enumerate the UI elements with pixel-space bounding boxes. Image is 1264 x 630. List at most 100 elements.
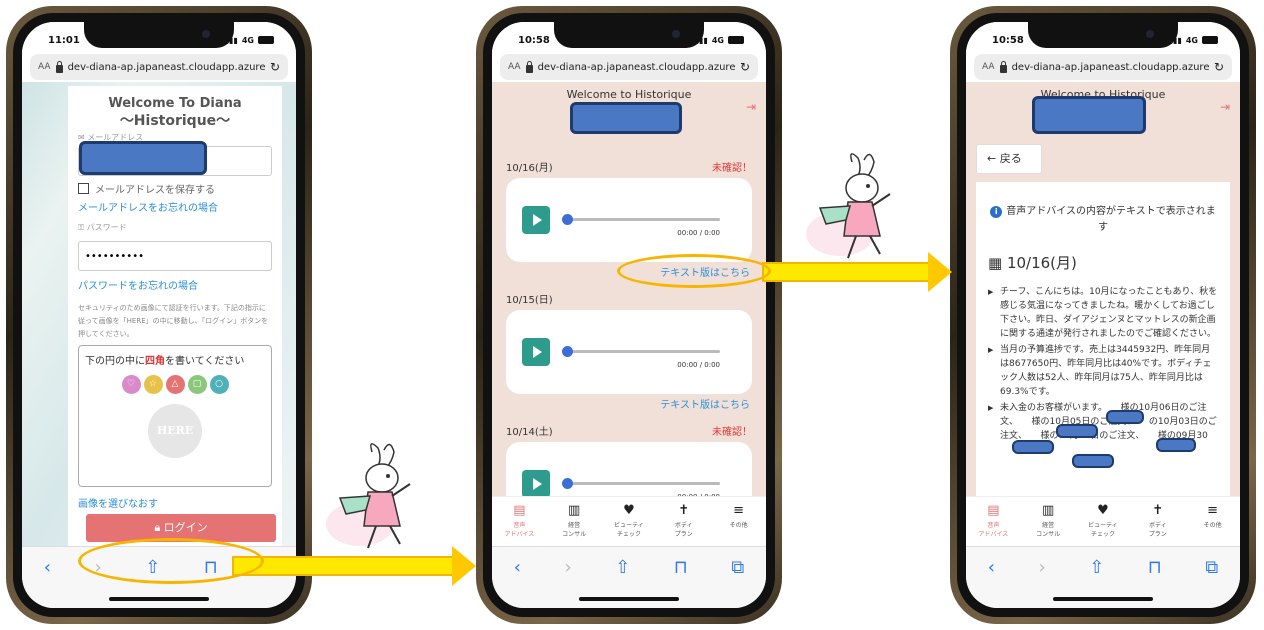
password-field[interactable]: •••••••••• <box>78 241 272 271</box>
play-button[interactable] <box>522 470 550 498</box>
lock-icon <box>525 60 533 73</box>
text-version-link[interactable]: テキスト版はこちら <box>492 394 766 411</box>
redacted-user-name <box>570 102 682 134</box>
play-button[interactable] <box>522 206 550 234</box>
rabbit-illustration <box>806 153 891 259</box>
reselect-image-link[interactable]: 画像を選びなおす <box>78 495 272 510</box>
star-shape-icon[interactable]: ☆ <box>143 375 163 394</box>
back-icon[interactable]: ‹ <box>988 557 995 578</box>
login-screen: 11:01 ▮▮▮ 4G AA dev-diana-ap.japaneast.cl… <box>22 22 296 608</box>
phone-detail: 10:58 ▮▮▮ 4G AA dev-diana-ap.japaneast.cl… <box>950 6 1256 624</box>
tab-other[interactable]: ≡ その他 <box>1193 503 1233 546</box>
heart-shape-icon[interactable]: ♡ <box>121 375 141 394</box>
tab-management[interactable]: ▥ 経営 コンサル <box>1028 503 1068 546</box>
play-button[interactable] <box>522 338 550 366</box>
reload-icon[interactable]: ↻ <box>1214 60 1224 74</box>
email-field[interactable] <box>78 141 272 176</box>
text-link-highlight-ellipse <box>617 254 771 288</box>
back-icon[interactable]: ‹ <box>514 557 521 578</box>
back-button[interactable]: ← 戻る <box>976 144 1042 174</box>
battery-icon <box>728 36 744 44</box>
tab-body-plan[interactable]: ✝ ボディ プラン <box>1138 503 1178 546</box>
bookmarks-icon[interactable]: ⊓ <box>674 557 688 578</box>
lock-icon <box>55 60 63 73</box>
tab-voice-advice[interactable]: ▤ 音声 アドバイス <box>973 503 1013 546</box>
url-bar[interactable]: AA dev-diana-ap.japaneast.cloudapp.azure… <box>30 54 288 80</box>
login-background: Welcome To Diana 〜Historique〜 ✉ メールアドレス … <box>22 82 296 546</box>
menu-icon: ≡ <box>1207 503 1219 518</box>
tab-body-plan[interactable]: ✝ ボディ プラン <box>664 503 704 546</box>
person-icon: ✝ <box>678 503 690 518</box>
tab-voice-advice[interactable]: ▤ 音声 アドバイス <box>499 503 539 546</box>
tab-management[interactable]: ▥ 経営 コンサル <box>554 503 594 546</box>
save-email-label: メールアドレスを保存する <box>95 185 215 196</box>
audio-player-card: 00:00 / 0:00 <box>506 178 752 262</box>
seek-track[interactable] <box>566 350 720 353</box>
logout-icon[interactable]: ⇥ <box>1220 100 1230 114</box>
reader-aa-button[interactable]: AA <box>508 62 521 72</box>
detail-screen: 10:58 ▮▮▮ 4G AA dev-diana-ap.japaneast.cl… <box>966 22 1240 608</box>
forgot-email-link[interactable]: メールアドレスをお忘れの場合 <box>78 199 272 214</box>
url-text[interactable]: dev-diana-ap.japaneast.cloudapp.azure.co… <box>1012 62 1209 73</box>
captcha-instruction: 下の円の中に四角を書いてください <box>85 356 245 367</box>
tab-other[interactable]: ≡ その他 <box>719 503 759 546</box>
welcome-text: Welcome to Historique <box>566 88 692 101</box>
reload-icon[interactable]: ↻ <box>740 60 750 74</box>
seek-knob[interactable] <box>562 478 573 489</box>
here-dropzone[interactable]: HERE <box>148 404 202 458</box>
network-label: 4G <box>1185 35 1198 45</box>
seek-knob[interactable] <box>562 346 573 357</box>
seek-track[interactable] <box>566 482 720 485</box>
save-email-checkbox[interactable] <box>78 183 89 194</box>
back-icon[interactable]: ‹ <box>44 557 51 578</box>
entry-header: 10/15(日) <box>492 291 766 306</box>
detail-date: ▦ 10/16(月) <box>988 254 1077 272</box>
network-label: 4G <box>711 35 724 45</box>
entry-date: 10/15(日) <box>506 295 553 306</box>
redacted-customer <box>1012 440 1054 454</box>
message-icon: ▤ <box>987 503 1000 518</box>
url-bar[interactable]: AA dev-diana-ap.japaneast.cloudapp.azure… <box>974 54 1232 80</box>
url-text[interactable]: dev-diana-ap.japaneast.cloudapp.azure.co… <box>68 62 265 73</box>
share-icon[interactable]: ⇧ <box>615 557 630 578</box>
key-icon: ⚿ <box>78 223 87 232</box>
app-content: Welcome to Historique ⇥ ← 戻る i 音声アドバイスの内容… <box>966 82 1240 546</box>
save-email-row[interactable]: メールアドレスを保存する <box>78 181 272 196</box>
tab-beauty-check[interactable]: ♥ ビューティ チェック <box>1083 503 1123 546</box>
info-icon: i <box>990 206 1003 218</box>
list-item: 未入金のお客様がいます。 様の10月06日のご注文、 様の10月05日のご注文、… <box>988 401 1218 443</box>
forward-icon[interactable]: › <box>1038 557 1045 578</box>
url-bar[interactable]: AA dev-diana-ap.japaneast.cloudapp.azure… <box>500 54 758 80</box>
bookmarks-icon[interactable]: ⊓ <box>1148 557 1162 578</box>
app-tab-bar: ▤ 音声 アドバイス ▥ 経営 コンサル ♥ ビューティ チェック ✝ ボディ プラン … <box>966 496 1240 546</box>
seek-knob[interactable] <box>562 214 573 225</box>
circle-shape-icon[interactable]: ○ <box>209 375 229 394</box>
rabbit-illustration <box>326 443 411 549</box>
tabs-icon[interactable]: ⧉ <box>1205 557 1218 578</box>
reload-icon[interactable]: ↻ <box>270 60 280 74</box>
tab-beauty-check[interactable]: ♥ ビューティ チェック <box>609 503 649 546</box>
reader-aa-button[interactable]: AA <box>982 62 995 72</box>
share-icon[interactable]: ⇧ <box>1089 557 1104 578</box>
status-time: 10:58 <box>518 34 550 46</box>
app-tab-bar: ▤ 音声 アドバイス ▥ 経営 コンサル ♥ ビューティ チェック ✝ ボディ プラン … <box>492 496 766 546</box>
url-text[interactable]: dev-diana-ap.japaneast.cloudapp.azure.co… <box>538 62 735 73</box>
square-shape-icon[interactable]: ▢ <box>187 375 207 394</box>
audio-time: 00:00 / 0:00 <box>677 361 720 369</box>
triangle-shape-icon[interactable]: △ <box>165 375 185 394</box>
forgot-password-link[interactable]: パスワードをお忘れの場合 <box>78 277 272 292</box>
redacted-email <box>79 141 207 175</box>
forward-icon[interactable]: › <box>564 557 571 578</box>
tabs-icon[interactable]: ⧉ <box>731 557 744 578</box>
login-subtitle: 〜Historique〜 <box>119 113 231 129</box>
reader-aa-button[interactable]: AA <box>38 62 51 72</box>
seek-track[interactable] <box>566 218 720 221</box>
redacted-customer <box>1072 454 1114 468</box>
logout-icon[interactable]: ⇥ <box>746 100 756 114</box>
notch <box>554 22 704 48</box>
notch <box>1028 22 1178 48</box>
lock-icon: 🔒︎ <box>154 521 164 534</box>
entry-date: 10/16(月) <box>506 163 553 174</box>
info-message: i 音声アドバイスの内容がテキストで表示されます <box>988 204 1218 236</box>
redacted-user-name <box>1032 96 1146 134</box>
